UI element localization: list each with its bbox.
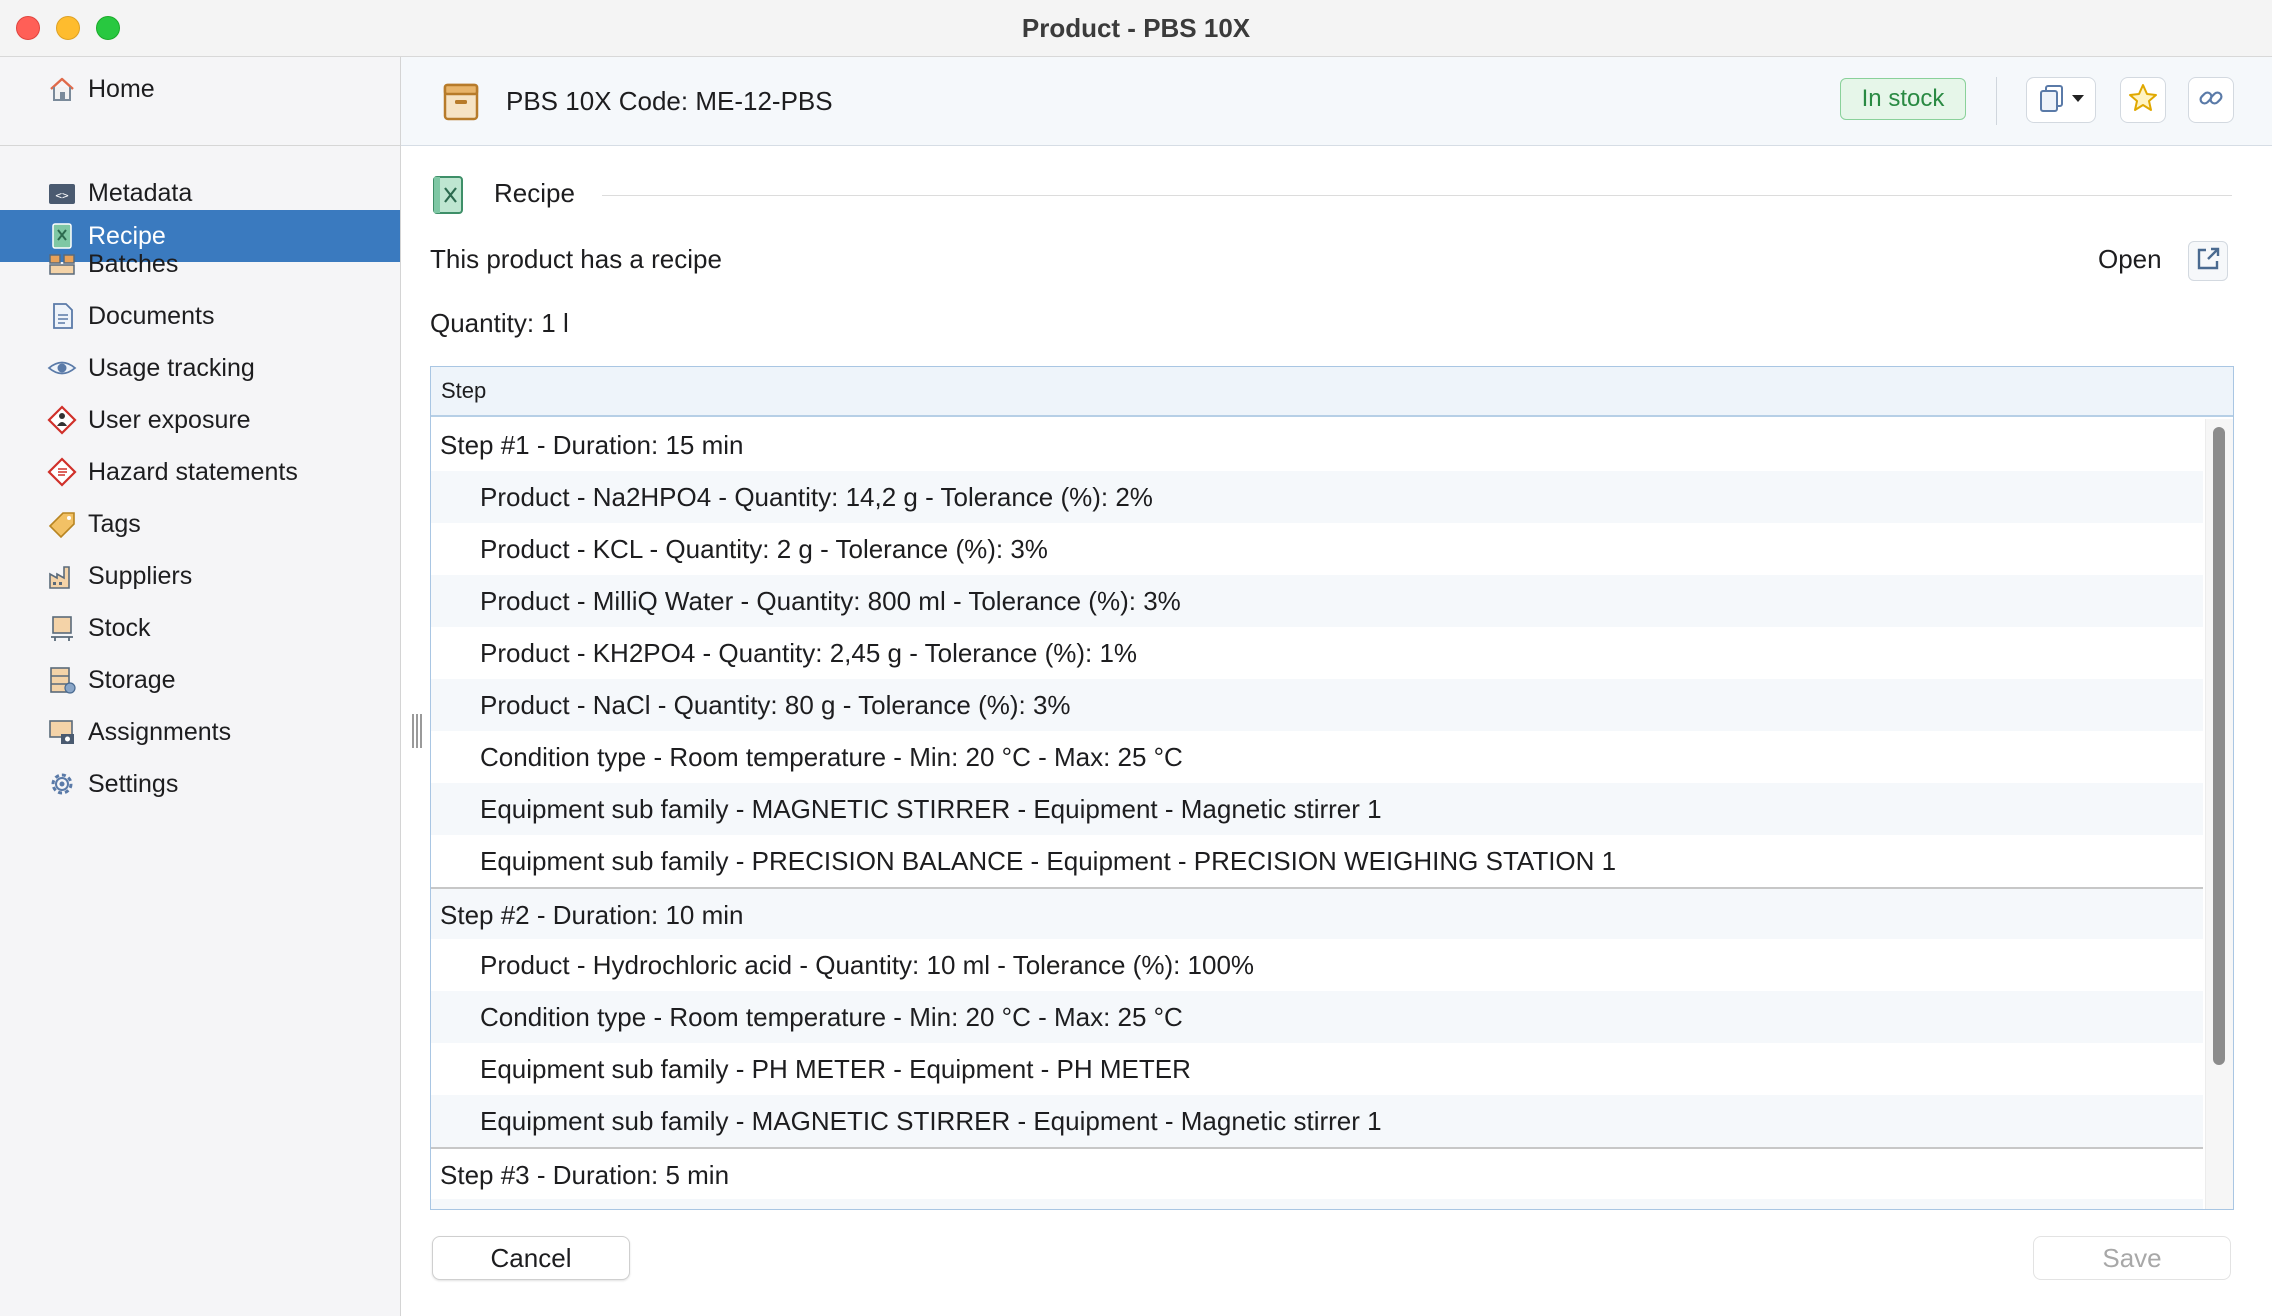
sidebar-item-suppliers[interactable]: Suppliers <box>0 550 400 602</box>
sidebar-item-stock[interactable]: Stock <box>0 602 400 654</box>
sidebar-item-label: Metadata <box>88 178 193 207</box>
table-row[interactable]: Equipment sub family - PH METER - Equipm… <box>431 1043 2203 1095</box>
chevron-down-icon <box>2071 91 2085 109</box>
external-link-icon <box>2194 245 2222 278</box>
link-button[interactable] <box>2188 77 2234 123</box>
table-row[interactable]: Product - Hydrochloric acid - Quantity: … <box>431 939 2203 991</box>
sidebar: Home <> Metadata Recipe Batches Document… <box>0 57 401 1316</box>
sidebar-item-usage-tracking[interactable]: Usage tracking <box>0 342 400 394</box>
table-row[interactable]: Step #2 - Duration: 10 min <box>431 887 2203 939</box>
sidebar-item-label: Batches <box>88 249 179 278</box>
header-divider <box>1996 77 1997 125</box>
sidebar-item-hazard-statements[interactable]: Hazard statements <box>0 446 400 498</box>
table-row[interactable]: Step #1 - Duration: 15 min <box>431 419 2203 471</box>
table-row[interactable]: Equipment sub family - MAGNETIC STIRRER … <box>431 1095 2203 1147</box>
sidebar-item-label: Documents <box>88 301 215 330</box>
table-body: Step #1 - Duration: 15 min Product - Na2… <box>431 419 2203 1209</box>
archive-box-icon <box>441 79 481 123</box>
gear-icon <box>46 768 78 800</box>
metadata-icon: <> <box>46 177 78 209</box>
cancel-button[interactable]: Cancel <box>432 1236 630 1280</box>
storage-icon <box>46 664 78 696</box>
assignments-icon <box>46 716 78 748</box>
recipe-quantity: Quantity: 1 l <box>430 308 569 338</box>
recipe-icon <box>430 174 466 216</box>
copy-menu-button[interactable] <box>2026 77 2096 123</box>
sidebar-item-label: Home <box>88 74 155 103</box>
column-header-step[interactable]: Step <box>431 367 2233 417</box>
table-row[interactable]: Condition type - Room temperature - Min:… <box>431 991 2203 1043</box>
table-row[interactable]: Equipment sub family - PRECISION BALANCE… <box>431 835 2203 887</box>
product-title: PBS 10X Code: ME-12-PBS <box>506 86 833 116</box>
window-title: Product - PBS 10X <box>1021 13 1251 43</box>
sidebar-item-label: Assignments <box>88 717 232 746</box>
table-row[interactable]: Step #3 - Duration: 5 min <box>431 1147 2203 1199</box>
sidebar-item-tags[interactable]: Tags <box>0 498 400 550</box>
documents-icon <box>46 300 78 332</box>
eye-icon <box>46 352 78 384</box>
table-row[interactable]: Product - MilliQ Water - Quantity: 800 m… <box>431 575 2203 627</box>
sidebar-item-storage[interactable]: Storage <box>0 654 400 706</box>
sidebar-item-label: Tags <box>88 509 141 538</box>
sidebar-resize-handle[interactable] <box>412 714 422 748</box>
sidebar-item-label: User exposure <box>88 405 251 434</box>
favorite-button[interactable] <box>2120 77 2166 123</box>
sidebar-item-assignments[interactable]: Assignments <box>0 706 400 758</box>
table-row[interactable]: Product - KCL - Quantity: 2 g - Toleranc… <box>431 523 2203 575</box>
sidebar-item-label: Suppliers <box>88 561 193 590</box>
batches-icon <box>46 248 78 280</box>
stock-icon <box>46 612 78 644</box>
table-row[interactable]: Product - KH2PO4 - Quantity: 2,45 g - To… <box>431 627 2203 679</box>
sidebar-item-user-exposure[interactable]: User exposure <box>0 394 400 446</box>
recipe-steps-table: Step Step #1 - Duration: 15 min Product … <box>430 366 2234 1210</box>
sidebar-item-label: Usage tracking <box>88 353 255 382</box>
hazard-icon <box>46 456 78 488</box>
sidebar-item-label: Settings <box>88 769 179 798</box>
section-divider <box>602 195 2232 196</box>
title-bar: Product - PBS 10X <box>0 0 2272 57</box>
sidebar-home-area: Home <box>0 57 400 146</box>
sidebar-item-home[interactable]: Home <box>0 63 400 115</box>
table-row[interactable]: Product - Na2HPO4 - Quantity: 14,2 g - T… <box>431 471 2203 523</box>
exposure-icon <box>46 404 78 436</box>
sidebar-item-label: Stock <box>88 613 151 642</box>
table-scrollbar-thumb[interactable] <box>2213 427 2225 1065</box>
save-button[interactable]: Save <box>2033 1236 2231 1280</box>
star-icon <box>2127 82 2159 119</box>
open-recipe-button[interactable] <box>2188 241 2228 281</box>
sidebar-item-settings[interactable]: Settings <box>0 758 400 810</box>
sidebar-item-label: Hazard statements <box>88 457 298 486</box>
table-row[interactable]: Condition type - Room temperature - Min:… <box>431 731 2203 783</box>
section-title: Recipe <box>494 178 575 208</box>
svg-text:<>: <> <box>55 189 69 202</box>
copy-icon <box>2037 83 2067 118</box>
factory-icon <box>46 560 78 592</box>
sidebar-item-batches[interactable]: Batches <box>0 238 400 290</box>
sidebar-item-label: Storage <box>88 665 176 694</box>
table-row[interactable]: Product - NaCl - Quantity: 80 g - Tolera… <box>431 679 2203 731</box>
home-icon <box>46 73 78 105</box>
recipe-status-text: This product has a recipe <box>430 244 722 274</box>
tag-icon <box>46 508 78 540</box>
open-recipe-label[interactable]: Open <box>2098 244 2162 275</box>
link-icon <box>2197 84 2225 117</box>
sidebar-item-documents[interactable]: Documents <box>0 290 400 342</box>
table-row[interactable]: Equipment sub family - MAGNETIC STIRRER … <box>431 783 2203 835</box>
status-badge: In stock <box>1840 78 1966 120</box>
product-header: PBS 10X Code: ME-12-PBS In stock <box>401 57 2272 146</box>
